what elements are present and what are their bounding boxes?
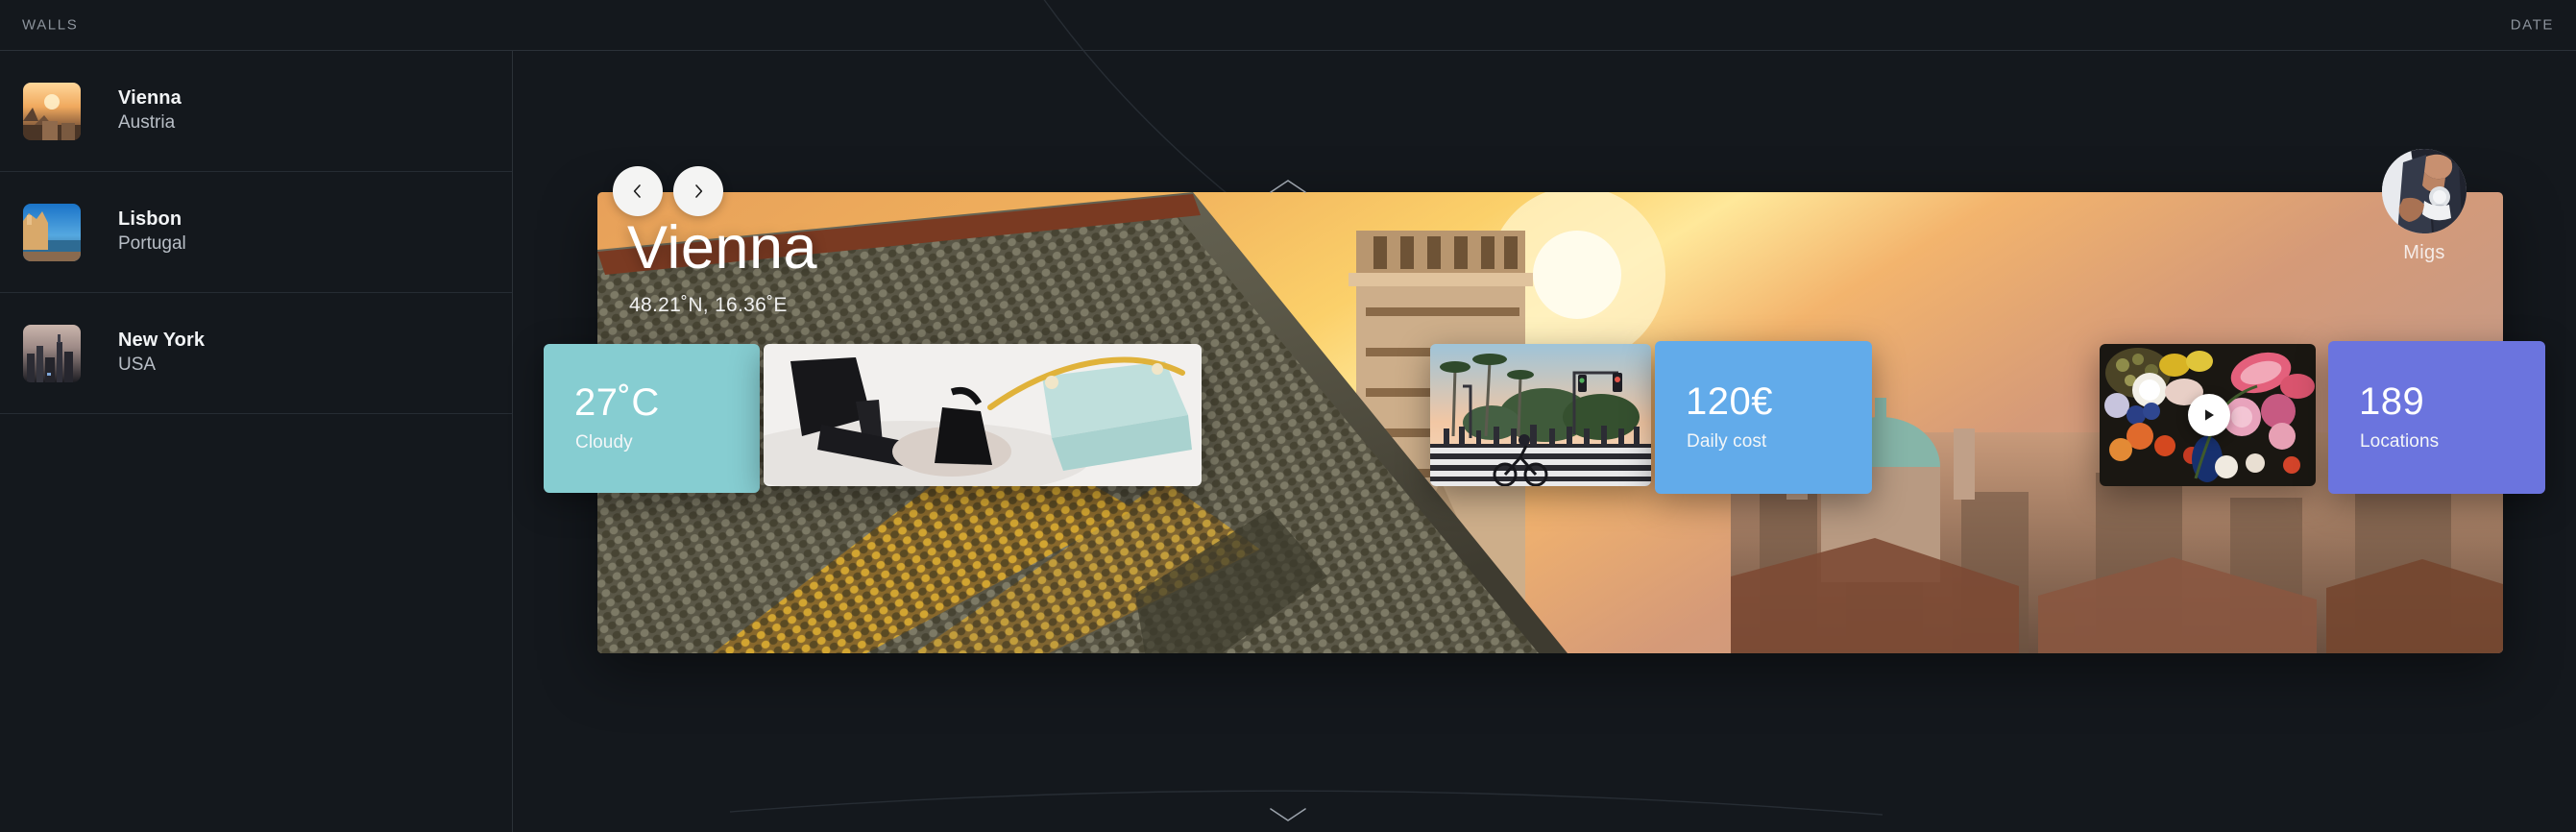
- locations-label: Locations: [2360, 431, 2440, 452]
- daily-cost-value: 120€: [1686, 380, 1773, 423]
- hero-city-title: Vienna: [627, 214, 818, 281]
- daily-cost-card[interactable]: 120€ Daily cost: [1655, 341, 1872, 494]
- fashion-image-card[interactable]: [764, 344, 1202, 486]
- hero-next-button[interactable]: [673, 166, 723, 216]
- weather-condition: Cloudy: [575, 432, 633, 453]
- avatar: [2382, 149, 2467, 233]
- play-icon: [2205, 409, 2214, 421]
- user-name: Migs: [2403, 242, 2445, 263]
- chevron-left-icon: [633, 184, 641, 198]
- locations-count: 189: [2359, 380, 2425, 423]
- daily-cost-label: Daily cost: [1687, 431, 1767, 452]
- play-button[interactable]: [2188, 394, 2230, 436]
- hero-prev-button[interactable]: [613, 166, 663, 216]
- street-image-card[interactable]: [1430, 344, 1651, 486]
- hero-coordinates: 48.21˚N, 16.36˚E: [629, 294, 788, 316]
- user-badge[interactable]: Migs: [2382, 149, 2467, 263]
- crosswalk-crowd-photo: [1430, 344, 1651, 486]
- fashion-shoes-bag-photo: [764, 344, 1202, 486]
- chevron-right-icon: [695, 184, 703, 198]
- user-avatar-photo: [2382, 149, 2467, 233]
- weather-temperature: 27˚C: [574, 381, 660, 424]
- weather-card[interactable]: 27˚C Cloudy: [544, 344, 760, 493]
- locations-card[interactable]: 189 Locations: [2328, 341, 2545, 494]
